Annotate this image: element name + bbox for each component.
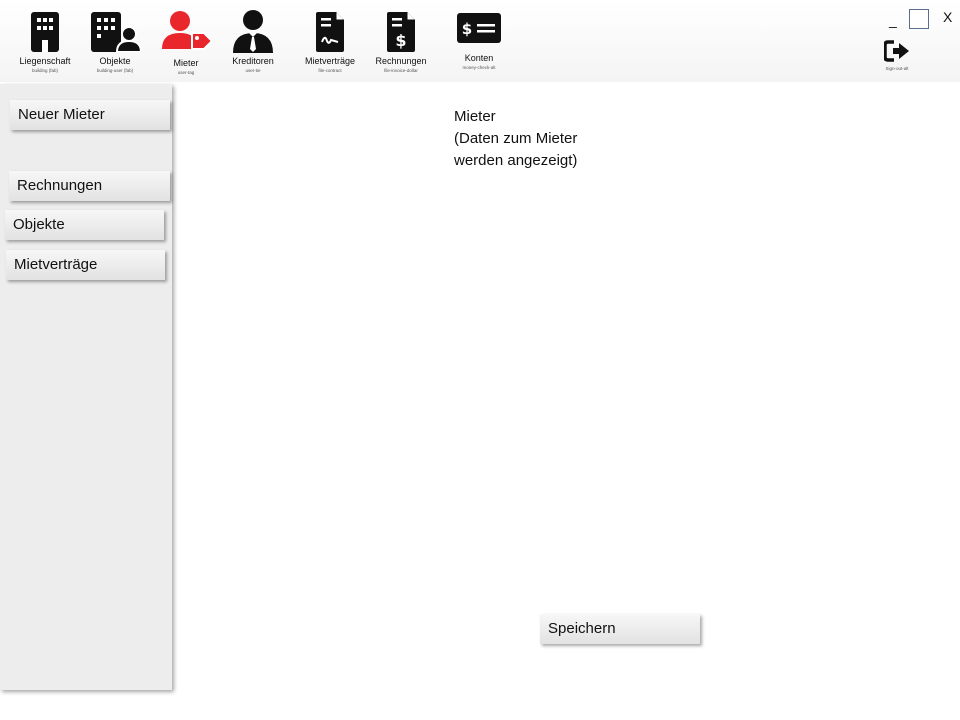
toolbar-label: Mietverträge [304,56,356,66]
user-tie-icon [218,8,288,54]
sign-out-icon [883,40,909,62]
svg-text:$: $ [462,20,472,38]
toolbar-item-mietvertraege[interactable]: Mietverträge file-contract [295,6,365,78]
toolbar-sublabel: money-check-alt [462,65,496,70]
building-user-icon [80,8,150,54]
toolbar-item-konten[interactable]: $ Konten money-check-alt [444,6,514,78]
building-icon [10,8,80,54]
toolbar-label: Konten [464,53,494,63]
sidebar-item-mietvertraege[interactable]: Mietverträge [6,250,165,280]
signout-button[interactable]: Sign-out-alt [882,40,912,74]
save-button[interactable]: Speichern [540,614,700,644]
maximize-button[interactable] [909,9,929,29]
money-check-icon: $ [444,10,514,46]
tenant-details: Mieter (Daten zum Mieter werden angezeig… [454,106,674,172]
tenant-placeholder-line-1: (Daten zum Mieter [454,130,578,147]
toolbar-item-kreditoren[interactable]: Kreditoren user-tie [218,6,288,78]
sidebar-item-rechnungen[interactable]: Rechnungen [9,171,170,201]
toolbar-item-objekte[interactable]: Objekte building-user (fab) [80,6,150,78]
minimize-button[interactable]: _ [889,12,897,28]
toolbar-item-liegenschaft[interactable]: Liegenschaft building (fab) [10,6,80,78]
toolbar-item-mieter[interactable]: Mieter user-tag [151,6,221,78]
toolbar-sublabel: file-contract [318,68,342,73]
toolbar-label: Kreditoren [232,56,274,66]
close-button[interactable]: X [943,9,952,25]
toolbar-item-rechnungen[interactable]: $ Rechnungen file-invoice-dollar [366,6,436,78]
tenant-placeholder-line-2: werden angezeigt) [454,152,578,169]
toolbar-sublabel: building-user (fab) [96,68,134,73]
toolbar-sublabel: user-tie [245,68,261,73]
toolbar-label: Objekte [99,56,131,66]
neuer-mieter-button[interactable]: Neuer Mieter [10,100,170,130]
tenant-title: Mieter [454,108,496,125]
top-toolbar: Liegenschaft building (fab) Objekte buil… [0,0,960,82]
toolbar-sublabel: file-invoice-dollar [384,68,418,73]
signout-sublabel: Sign-out-alt [885,66,909,71]
sidebar-item-objekte[interactable]: Objekte [5,210,164,240]
toolbar-label: Rechnungen [375,56,427,66]
file-contract-icon [295,8,365,54]
user-tag-icon [151,8,221,54]
file-invoice-dollar-icon: $ [366,8,436,54]
svg-text:$: $ [395,31,406,50]
